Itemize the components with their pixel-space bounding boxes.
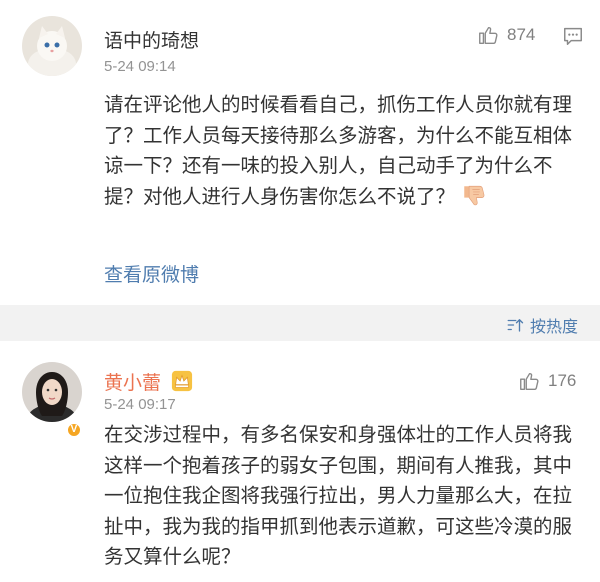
- timestamp: 5-24 09:14: [104, 58, 176, 75]
- like-button[interactable]: 874: [477, 24, 535, 46]
- username[interactable]: 语中的琦想: [104, 26, 199, 53]
- sort-by-hotness-button[interactable]: 按热度: [506, 313, 578, 337]
- thumbs-down-emoji-icon: [464, 185, 485, 205]
- verified-badge: V: [66, 422, 82, 438]
- vip-crown-icon[interactable]: [171, 370, 193, 392]
- avatar[interactable]: [22, 16, 82, 76]
- like-count: 176: [548, 371, 577, 390]
- section-divider: 按热度: [0, 305, 600, 341]
- username[interactable]: 黄小蕾: [104, 368, 193, 395]
- like-button[interactable]: 176: [518, 370, 576, 392]
- sort-icon: [507, 319, 524, 332]
- sort-label: 按热度: [529, 317, 578, 336]
- comment-item: 语中的琦想 5-24 09:14 874 请在评论他人的时候看看自己，抓伤工作人…: [0, 0, 600, 305]
- avatar[interactable]: [22, 362, 82, 422]
- thumbs-up-icon: [520, 372, 539, 390]
- comment-reply-icon[interactable]: [562, 25, 584, 47]
- timestamp: 5-24 09:17: [104, 396, 176, 413]
- comment-body: 请在评论他人的时候看看自己，抓伤工作人员你就有理了？工作人员每天接待那么多游客，…: [104, 93, 573, 208]
- comment-text: 在交涉过程中，有多名保安和身强体壮的工作人员将我这样一个抱着孩子的弱女子包围，期…: [104, 423, 573, 568]
- comment-text: 请在评论他人的时候看看自己，抓伤工作人员你就有理了？工作人员每天接待那么多游客，…: [104, 90, 584, 212]
- username-text: 黄小蕾: [104, 372, 162, 394]
- like-count: 874: [507, 25, 536, 44]
- view-original-weibo-link[interactable]: 查看原微博: [104, 260, 199, 287]
- thumbs-up-icon: [479, 26, 498, 44]
